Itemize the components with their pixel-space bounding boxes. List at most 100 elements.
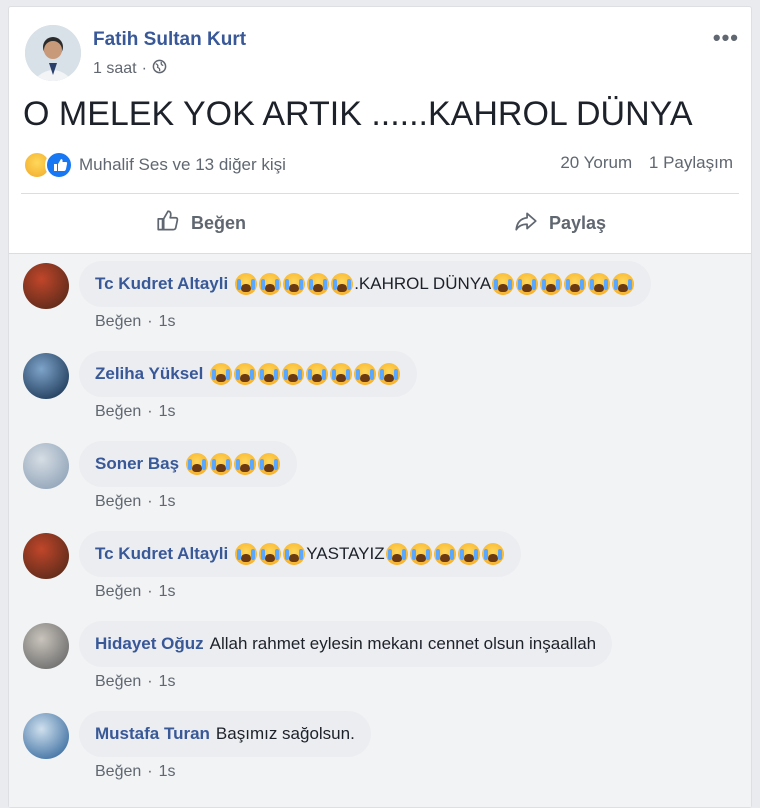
comment-bubble: Mustafa Turan Başımız sağolsun. [79,711,371,757]
meta-separator: · [147,763,153,780]
post-card: Fatih Sultan Kurt 1 saat · ••• O MELEK Y… [8,6,752,808]
like-reaction-icon [45,151,73,179]
commenter-avatar[interactable] [23,533,69,579]
crying-face-emoji [258,453,281,475]
comment-meta: Beğen · 1s [95,673,176,691]
post-text: O MELEK YOK ARTIK ......KAHROL DÜNYA [23,95,693,133]
crying-face-emoji [516,273,539,295]
meta-separator: · [147,583,153,600]
comment-meta: Beğen · 1s [95,403,176,421]
commenter-name[interactable]: Tc Kudret Altayli [95,544,228,564]
comment-time[interactable]: 1s [159,313,176,330]
crying-face-emoji [409,543,432,565]
comment-text: YASTAYIZ [306,544,385,563]
comment-meta: Beğen · 1s [95,493,176,511]
crying-face-emoji [481,543,504,565]
commenter-name[interactable]: Soner Baş [95,454,179,474]
crying-face-emoji [258,363,281,385]
crying-face-emoji [354,363,377,385]
commenter-name[interactable]: Mustafa Turan [95,724,210,744]
crying-face-emoji [385,543,408,565]
crying-face-emoji [588,273,611,295]
share-button[interactable]: Paylaş [380,197,739,249]
crying-face-emoji [235,273,258,295]
share-arrow-icon [513,208,539,239]
shares-count[interactable]: 1 Paylaşım [649,153,733,172]
comment-text: Allah rahmet eylesin mekanı cennet olsun… [209,634,597,653]
comment-time[interactable]: 1s [159,403,176,420]
comment-meta: Beğen · 1s [95,763,176,781]
crying-face-emoji [210,453,233,475]
reactions-text: Muhalif Ses ve 13 diğer kişi [79,155,286,174]
crying-face-emoji [259,543,282,565]
crying-face-emoji [234,453,257,475]
crying-face-emoji [433,543,456,565]
like-button[interactable]: Beğen [21,197,380,249]
comment-meta: Beğen · 1s [95,583,176,601]
comment-like-button[interactable]: Beğen [95,673,141,690]
commenter-avatar[interactable] [23,263,69,309]
thumbs-up-icon [155,208,181,239]
globe-icon [152,59,167,79]
post-meta: 1 saat · [93,59,167,79]
post-time[interactable]: 1 saat [93,60,137,78]
comment-time[interactable]: 1s [159,673,176,690]
meta-separator: · [147,673,153,690]
commenter-avatar[interactable] [23,713,69,759]
crying-face-emoji [283,273,306,295]
crying-face-emoji [307,273,330,295]
comment-bubble: Zeliha Yüksel [79,351,418,397]
crying-face-emoji [457,543,480,565]
crying-face-emoji [331,273,354,295]
commenter-name[interactable]: Zeliha Yüksel [95,364,203,384]
comment-meta: Beğen · 1s [95,313,176,331]
comment-time[interactable]: 1s [159,763,176,780]
more-options-button[interactable]: ••• [713,25,739,51]
crying-face-emoji [612,273,635,295]
comment-like-button[interactable]: Beğen [95,313,141,330]
meta-separator: · [147,403,153,420]
crying-face-emoji [378,363,401,385]
crying-face-emoji [540,273,563,295]
comment-time[interactable]: 1s [159,583,176,600]
meta-separator: · [147,493,153,510]
comment-like-button[interactable]: Beğen [95,583,141,600]
comment-bubble: Hidayet Oğuz Allah rahmet eylesin mekanı … [79,621,613,667]
commenter-avatar[interactable] [23,623,69,669]
crying-face-emoji [283,543,306,565]
comments-count[interactable]: 20 Yorum [560,153,632,172]
crying-face-emoji [210,363,233,385]
comment-like-button[interactable]: Beğen [95,763,141,780]
commenter-name[interactable]: Tc Kudret Altayli [95,274,228,294]
commenter-name[interactable]: Hidayet Oğuz [95,634,204,654]
crying-face-emoji [235,543,258,565]
share-label: Paylaş [548,212,607,233]
crying-face-emoji [330,363,353,385]
crying-face-emoji [282,363,305,385]
divider [21,193,739,194]
comment-like-button[interactable]: Beğen [95,403,141,420]
reactions-summary[interactable]: Muhalif Ses ve 13 diğer kişi [23,151,286,179]
post-author[interactable]: Fatih Sultan Kurt [93,29,246,51]
crying-face-emoji [259,273,282,295]
comment-text: .KAHROL DÜNYA [354,274,492,293]
commenter-avatar[interactable] [23,443,69,489]
author-avatar[interactable] [25,25,81,81]
comment-like-button[interactable]: Beğen [95,493,141,510]
crying-face-emoji [492,273,515,295]
post-stats: 20 Yorum 1 Paylaşım [548,153,733,173]
crying-face-emoji [306,363,329,385]
comment-text: Başımız sağolsun. [215,724,355,743]
crying-face-emoji [564,273,587,295]
crying-face-emoji [234,363,257,385]
comment-bubble: Tc Kudret Altayli .KAHROL DÜNYA [79,261,652,307]
crying-face-emoji [186,453,209,475]
meta-separator: · [141,60,147,77]
comment-time[interactable]: 1s [159,493,176,510]
comment-bubble: Tc Kudret Altayli YASTAYIZ [79,531,521,577]
comment-bubble: Soner Baş [79,441,298,487]
meta-separator: · [147,313,153,330]
action-bar: Beğen Paylaş [21,197,739,249]
commenter-avatar[interactable] [23,353,69,399]
like-label: Beğen [190,212,246,233]
